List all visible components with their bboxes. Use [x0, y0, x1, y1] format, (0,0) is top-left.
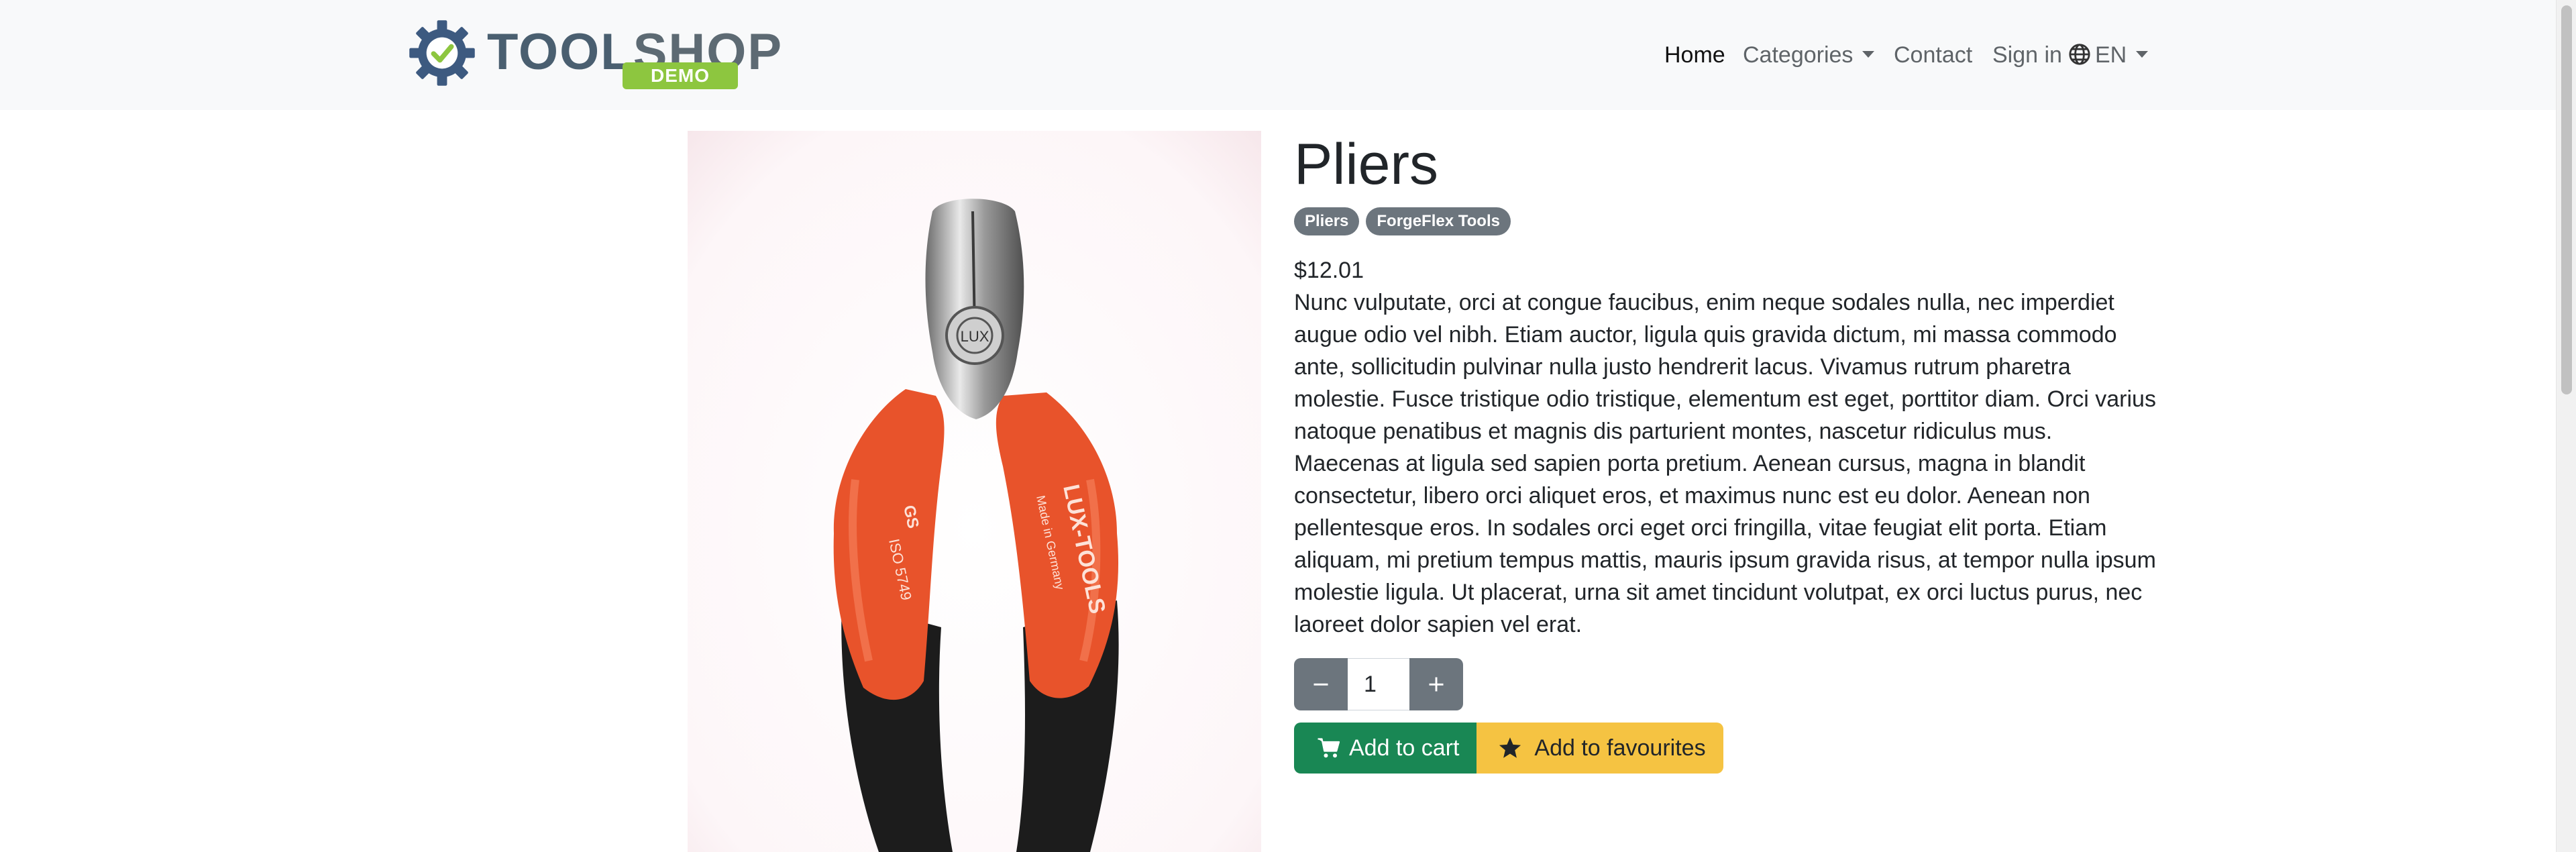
quantity-input[interactable] [1348, 658, 1409, 710]
nav-categories-label: Categories [1743, 42, 1854, 68]
product-badges: Pliers ForgeFlex Tools [1294, 207, 2159, 235]
brand-word-tool: TOOL [487, 23, 633, 81]
chevron-down-icon [2136, 51, 2149, 58]
cart-icon [1318, 738, 1340, 758]
decrease-quantity-button[interactable] [1294, 658, 1348, 710]
product-description: Nunc vulputate, orci at congue faucibus,… [1294, 290, 2156, 637]
product-image: LUX LUX-TOOLS Made in Germany ISO 5749 G… [688, 131, 1261, 852]
product-title: Pliers [1294, 132, 1439, 197]
navbar: TOOLSHOP DEMO Home Categories Contact Si… [0, 0, 2556, 110]
nav-sign-in[interactable]: Sign in [1992, 39, 2062, 71]
nav-language-dropdown[interactable]: EN [2068, 39, 2149, 71]
product-actions: Add to cart Add to favourites [1294, 723, 2159, 774]
brand-badge: ForgeFlex Tools [1366, 207, 1511, 235]
add-to-cart-label: Add to cart [1349, 735, 1460, 761]
nav-home[interactable]: Home [1664, 39, 1725, 71]
head-logo-text: LUX [961, 328, 989, 345]
globe-icon [2069, 44, 2090, 65]
add-to-favourites-button[interactable]: Add to favourites [1477, 723, 1723, 774]
page-scrollbar[interactable] [2556, 0, 2576, 852]
add-to-favourites-label: Add to favourites [1534, 735, 1706, 761]
increase-quantity-button[interactable] [1409, 658, 1463, 710]
star-icon [1499, 737, 1521, 758]
brand-demo-tag: DEMO [623, 62, 738, 89]
pliers-photo: LUX LUX-TOOLS Made in Germany ISO 5749 G… [688, 131, 1261, 852]
scrollbar-thumb[interactable] [2561, 5, 2572, 394]
brand-logo-link[interactable]: TOOLSHOP DEMO [407, 17, 782, 91]
quantity-stepper [1294, 658, 2159, 710]
product-price: $12.01 [1294, 258, 1364, 283]
nav-contact[interactable]: Contact [1894, 39, 1972, 71]
gear-check-logo-icon [409, 20, 475, 86]
product-details: Pliers Pliers ForgeFlex Tools $12.01 Nun… [1294, 131, 2159, 774]
plus-icon [1429, 677, 1444, 692]
category-badge: Pliers [1294, 207, 1360, 235]
add-to-cart-button[interactable]: Add to cart [1294, 723, 1477, 774]
nav-language-label: EN [2095, 42, 2127, 68]
chevron-down-icon [1862, 51, 1875, 58]
minus-icon [1313, 683, 1328, 686]
nav-categories-dropdown[interactable]: Categories [1743, 39, 1875, 71]
